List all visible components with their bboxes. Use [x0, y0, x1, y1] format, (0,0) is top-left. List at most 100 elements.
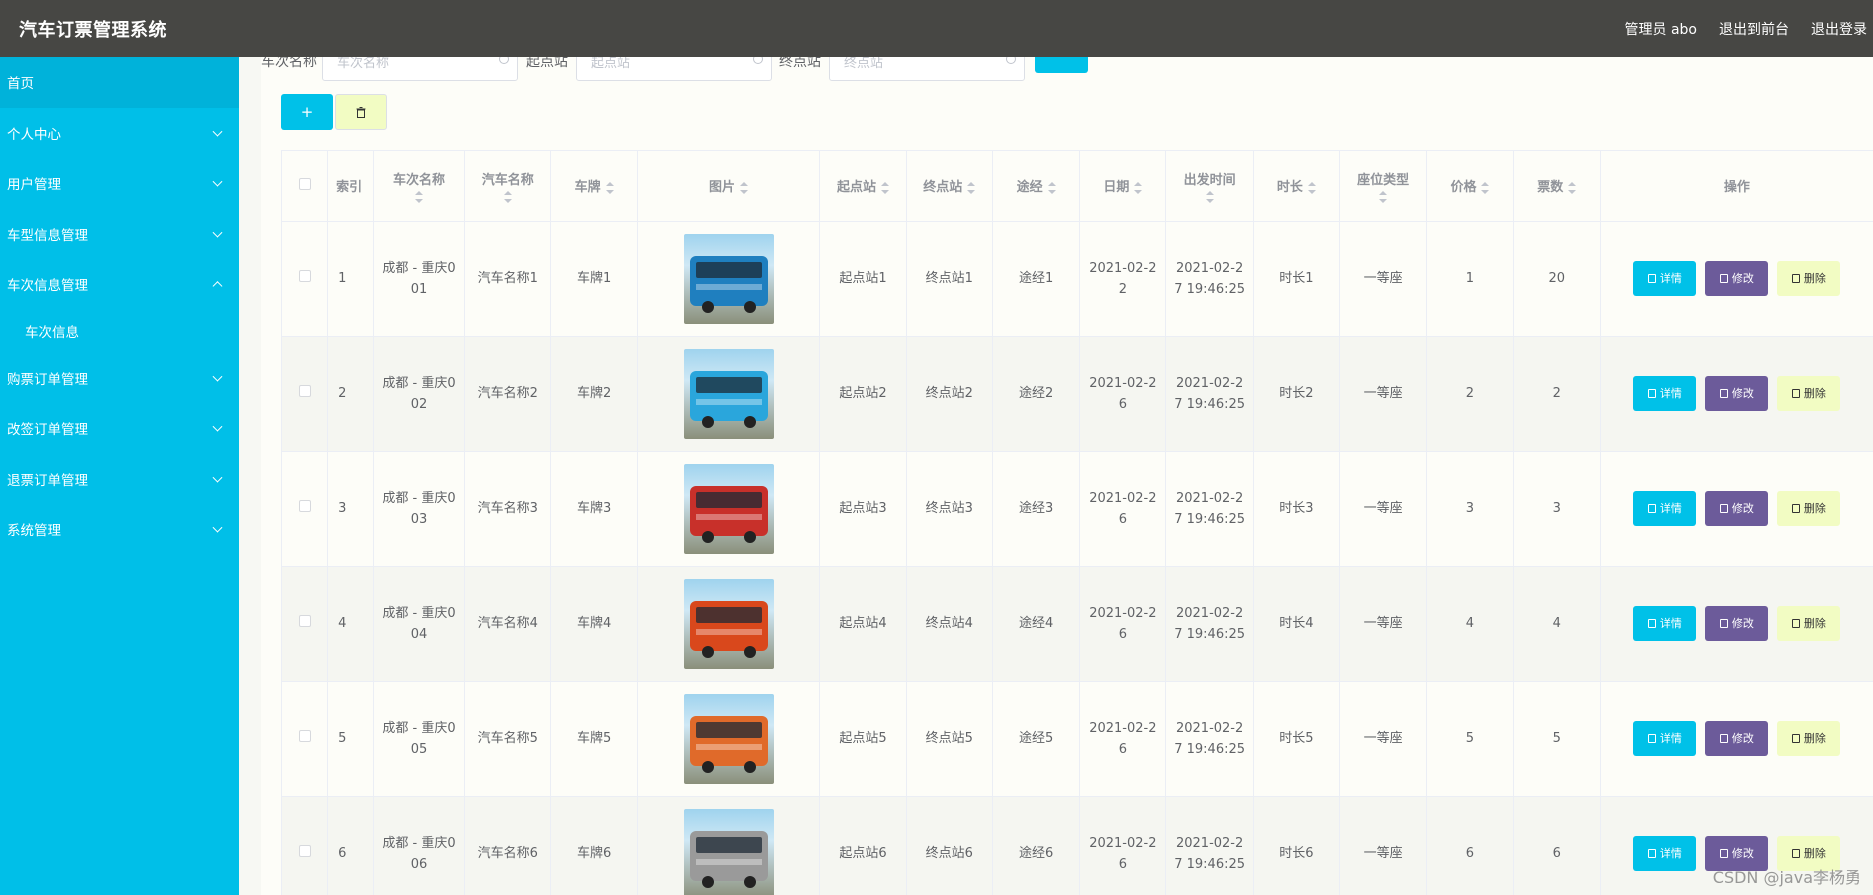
top-header: 汽车订票管理系统 管理员 abo 退出到前台 退出登录: [0, 0, 1873, 57]
sort-icon[interactable]: [503, 190, 512, 203]
col-label: 价格: [1450, 180, 1477, 196]
sort-icon[interactable]: [740, 181, 749, 194]
select-cell[interactable]: [282, 566, 329, 682]
cell-end: 终点站6: [906, 796, 993, 895]
sort-icon[interactable]: [605, 181, 614, 194]
delete-button[interactable]: 删除: [1777, 721, 1841, 756]
cell-index: 5: [327, 681, 374, 797]
sort-icon[interactable]: [415, 190, 424, 203]
delete-button[interactable]: 删除: [1777, 376, 1841, 411]
cell-start: 起点站4: [819, 566, 907, 682]
col-depart-time[interactable]: 出发时间: [1165, 151, 1254, 222]
col-duration[interactable]: 时长: [1253, 151, 1341, 222]
cell-index: 4: [327, 566, 374, 682]
add-button[interactable]: +: [281, 94, 333, 130]
select-all-checkbox[interactable]: [298, 177, 311, 190]
edit-button[interactable]: 修改: [1705, 491, 1769, 526]
row-checkbox[interactable]: [298, 615, 311, 627]
sidebar-item-home[interactable]: 首页: [0, 57, 239, 108]
sidebar-item-system[interactable]: 系统管理: [0, 504, 239, 555]
end-station-label: 终点站: [779, 57, 821, 70]
sort-icon[interactable]: [1047, 181, 1056, 194]
sidebar: 首页 个人中心 用户管理 车型信息管理 车次信息管理 车次信息 购票订单管理 改…: [0, 57, 239, 895]
table-row: 6 成都 - 重庆006 汽车名称6 车牌6 起点站6 终点站6 途经6 2021-02-26…: [282, 796, 1873, 895]
col-bus-name[interactable]: 汽车名称: [464, 151, 552, 222]
delete-button[interactable]: 删除: [1777, 261, 1841, 296]
sort-icon[interactable]: [1481, 181, 1490, 194]
detail-button[interactable]: 详情: [1633, 491, 1697, 526]
delete-label: 删除: [1803, 272, 1826, 285]
cell-text: 成都 - 重庆003: [382, 490, 456, 527]
sort-icon[interactable]: [1134, 181, 1143, 194]
batch-delete-button[interactable]: [335, 94, 387, 130]
edit-button[interactable]: 修改: [1705, 606, 1769, 641]
bus-illustration: [689, 485, 768, 543]
sort-icon[interactable]: [1205, 190, 1214, 203]
sidebar-item-bus-types[interactable]: 车型信息管理: [0, 209, 239, 260]
delete-button[interactable]: 删除: [1777, 491, 1841, 526]
start-station-input[interactable]: 起点站: [576, 57, 772, 81]
select-cell[interactable]: [282, 796, 329, 895]
col-plate[interactable]: 车牌: [550, 151, 638, 222]
cell-date: 2021-02-22: [1079, 221, 1167, 337]
select-cell[interactable]: [282, 336, 329, 452]
col-tickets[interactable]: 票数: [1513, 151, 1601, 222]
sort-icon[interactable]: [881, 181, 890, 194]
sort-icon[interactable]: [967, 181, 976, 194]
col-image[interactable]: 图片: [637, 151, 821, 222]
table-row: 4 成都 - 重庆004 汽车名称4 车牌4 起点站4 终点站4 途经4 2021-02-26…: [282, 566, 1873, 682]
detail-button[interactable]: 详情: [1633, 606, 1697, 641]
detail-button[interactable]: 详情: [1633, 721, 1697, 756]
cell-text: 成都 - 重庆004: [382, 605, 456, 642]
bus-image: [683, 693, 774, 784]
select-cell[interactable]: [282, 451, 329, 567]
col-price[interactable]: 价格: [1426, 151, 1514, 222]
select-all-cell[interactable]: [282, 151, 329, 222]
col-trip-name[interactable]: 车次名称: [373, 151, 466, 222]
cell-bus-name: 汽车名称3: [464, 451, 552, 567]
sidebar-item-change-orders[interactable]: 改签订单管理: [0, 403, 239, 454]
bus-image: [683, 463, 774, 554]
sort-icon[interactable]: [1379, 190, 1388, 203]
row-checkbox[interactable]: [298, 385, 311, 397]
sidebar-item-refund-orders[interactable]: 退票订单管理: [0, 454, 239, 505]
search-button[interactable]: [1035, 57, 1088, 73]
sort-icon[interactable]: [1307, 181, 1316, 194]
select-cell[interactable]: [282, 681, 329, 797]
col-start[interactable]: 起点站: [819, 151, 907, 222]
sidebar-item-users[interactable]: 用户管理: [0, 158, 239, 209]
edit-button[interactable]: 修改: [1705, 376, 1769, 411]
sort-icon[interactable]: [1568, 181, 1577, 194]
col-seat-type[interactable]: 座位类型: [1339, 151, 1428, 222]
end-station-input[interactable]: 终点站: [829, 57, 1025, 81]
detail-button[interactable]: 详情: [1633, 376, 1697, 411]
row-checkbox[interactable]: [298, 270, 311, 282]
sidebar-item-personal-center[interactable]: 个人中心: [0, 108, 239, 159]
detail-button[interactable]: 详情: [1633, 261, 1697, 296]
col-via[interactable]: 途经: [992, 151, 1081, 222]
chevron-down-icon: [212, 176, 223, 187]
col-date[interactable]: 日期: [1079, 151, 1167, 222]
trip-name-input[interactable]: 车次名称: [322, 57, 518, 81]
bus-illustration: [689, 715, 768, 773]
edit-button[interactable]: 修改: [1705, 261, 1769, 296]
row-checkbox[interactable]: [298, 730, 311, 742]
logout-link[interactable]: 退出登录: [1811, 19, 1867, 39]
cell-text: 2021-02-27 19:46:25: [1174, 720, 1246, 757]
delete-button[interactable]: 删除: [1777, 606, 1841, 641]
cell-text: 成都 - 重庆005: [382, 720, 456, 757]
cell-seat-type: 一等座: [1339, 221, 1428, 337]
edit-button[interactable]: 修改: [1705, 721, 1769, 756]
sidebar-subitem-trip-info[interactable]: 车次信息: [0, 310, 239, 353]
cell-end: 终点站5: [906, 681, 993, 797]
sidebar-item-trip-management[interactable]: 车次信息管理: [0, 259, 239, 310]
sidebar-item-purchase-orders[interactable]: 购票订单管理: [0, 353, 239, 404]
select-cell[interactable]: [282, 221, 329, 337]
col-end[interactable]: 终点站: [906, 151, 993, 222]
detail-label: 详情: [1659, 502, 1682, 515]
front-link[interactable]: 退出到前台: [1719, 19, 1789, 39]
placeholder: 车次名称: [337, 57, 390, 71]
row-checkbox[interactable]: [298, 845, 311, 857]
detail-button[interactable]: 详情: [1633, 836, 1697, 871]
row-checkbox[interactable]: [298, 500, 311, 512]
